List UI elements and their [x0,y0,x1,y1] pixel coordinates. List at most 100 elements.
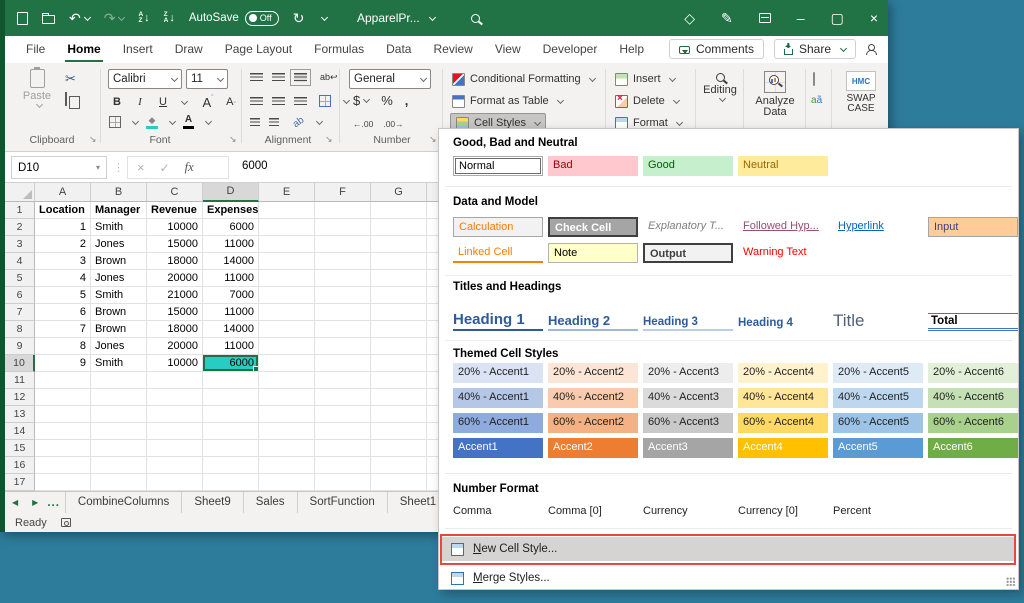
close-button[interactable]: × [870,11,878,25]
cell-A4[interactable]: 3 [35,253,91,270]
style-accent2[interactable]: Accent2 [548,438,638,458]
align-left-icon[interactable] [250,97,263,106]
style-linked-cell[interactable]: Linked Cell [453,243,543,263]
cell-D7[interactable]: 11000 [203,304,259,321]
cell-F5[interactable] [315,270,371,287]
row-header-5[interactable]: 5 [5,270,35,287]
increase-indent-icon[interactable] [269,118,279,127]
cell-G2[interactable] [371,219,427,236]
cell-G3[interactable] [371,236,427,253]
row-header-11[interactable]: 11 [5,372,35,389]
cell-D11[interactable] [203,372,259,389]
style-40-accent6[interactable]: 40% - Accent6 [928,388,1018,408]
ribbon-display-options-icon[interactable] [759,13,771,23]
cell-A16[interactable] [35,457,91,474]
style-heading-1[interactable]: Heading 1 [453,295,543,331]
tab-help[interactable]: Help [608,36,655,63]
row-header-10[interactable]: 10 [5,355,35,372]
style-title[interactable]: Title [833,295,923,331]
maximize-button[interactable]: ▢ [831,11,844,25]
style-20-accent2[interactable]: 20% - Accent2 [548,363,638,383]
autosave-pill[interactable]: Off [245,11,279,26]
style-bad[interactable]: Bad [548,156,638,176]
underline-chevron-icon[interactable] [181,97,188,104]
cell-F13[interactable] [315,406,371,423]
style-accent3[interactable]: Accent3 [643,438,733,458]
format-as-table-button[interactable]: Format as Table [452,91,563,111]
open-file-icon[interactable] [42,12,55,24]
cell-C9[interactable]: 20000 [147,338,203,355]
copy-icon[interactable] [65,93,67,105]
cell-E3[interactable] [259,236,315,253]
cell-A17[interactable] [35,474,91,491]
menu-item-new-cell-style[interactable]: New Cell Style... [442,537,1015,561]
cell-C3[interactable]: 15000 [147,236,203,253]
cell-B12[interactable] [91,389,147,406]
style-60-accent1[interactable]: 60% - Accent1 [453,413,543,433]
cell-D1[interactable]: Expenses [203,202,259,219]
style-20-accent6[interactable]: 20% - Accent6 [928,363,1018,383]
cell-G11[interactable] [371,372,427,389]
style-40-accent5[interactable]: 40% - Accent5 [833,388,923,408]
cell-C7[interactable]: 15000 [147,304,203,321]
cell-D13[interactable] [203,406,259,423]
grow-font-button[interactable]: Aˆ [200,93,216,111]
cell-C5[interactable]: 20000 [147,270,203,287]
style-heading-4[interactable]: Heading 4 [738,295,828,331]
italic-button[interactable]: I [132,93,148,111]
cell-D3[interactable]: 11000 [203,236,259,253]
column-header-F[interactable]: F [315,183,371,202]
cell-E17[interactable] [259,474,315,491]
autosave-toggle[interactable]: AutoSave Off [189,11,279,26]
cell-C4[interactable]: 18000 [147,253,203,270]
cell-E1[interactable] [259,202,315,219]
cell-F7[interactable] [315,304,371,321]
cell-F10[interactable] [315,355,371,372]
cell-G6[interactable] [371,287,427,304]
style-comma-0-[interactable]: Comma [0] [548,505,640,517]
cell-D10[interactable]: 6000 [203,355,259,372]
editing-button[interactable]: Editing [702,73,738,101]
cell-A9[interactable]: 8 [35,338,91,355]
cell-C6[interactable]: 21000 [147,287,203,304]
swap-case-button[interactable]: HMC SWAP CASE [837,71,885,114]
tab-page-layout[interactable]: Page Layout [214,36,303,63]
column-header-G[interactable]: G [371,183,427,202]
cell-G17[interactable] [371,474,427,491]
cell-B15[interactable] [91,440,147,457]
cut-icon[interactable]: ✂ [65,71,76,87]
cell-A7[interactable]: 6 [35,304,91,321]
cell-E5[interactable] [259,270,315,287]
cell-D15[interactable] [203,440,259,457]
style-comma[interactable]: Comma [453,505,545,517]
cell-C11[interactable] [147,372,203,389]
cell-A1[interactable]: Location [35,202,91,219]
new-file-icon[interactable] [17,12,28,25]
cell-F9[interactable] [315,338,371,355]
row-header-15[interactable]: 15 [5,440,35,457]
tab-formulas[interactable]: Formulas [303,36,375,63]
row-header-12[interactable]: 12 [5,389,35,406]
alignment-dialog-launcher-icon[interactable]: ↘ [325,134,333,145]
undo-icon[interactable]: ↶ [69,11,90,25]
row-header-17[interactable]: 17 [5,474,35,491]
tab-file[interactable]: File [15,36,56,63]
sheet-nav-right-icon[interactable]: ▶ [25,498,45,507]
cell-B13[interactable] [91,406,147,423]
cell-G1[interactable] [371,202,427,219]
merge-center-icon[interactable] [319,95,331,107]
cell-C14[interactable] [147,423,203,440]
cell-E9[interactable] [259,338,315,355]
cell-B10[interactable]: Smith [91,355,147,372]
style-20-accent5[interactable]: 20% - Accent5 [833,363,923,383]
sheet-tab-sortfunction[interactable]: SortFunction [297,492,387,514]
cell-B2[interactable]: Smith [91,219,147,236]
row-header-3[interactable]: 3 [5,236,35,253]
cell-C13[interactable] [147,406,203,423]
style-60-accent3[interactable]: 60% - Accent3 [643,413,733,433]
style-currency[interactable]: Currency [643,505,735,517]
pen-icon[interactable]: ✎ [721,11,733,25]
cell-G15[interactable] [371,440,427,457]
decrease-indent-icon[interactable] [250,118,260,127]
style-followed-hyp-[interactable]: Followed Hyp... [738,217,828,237]
